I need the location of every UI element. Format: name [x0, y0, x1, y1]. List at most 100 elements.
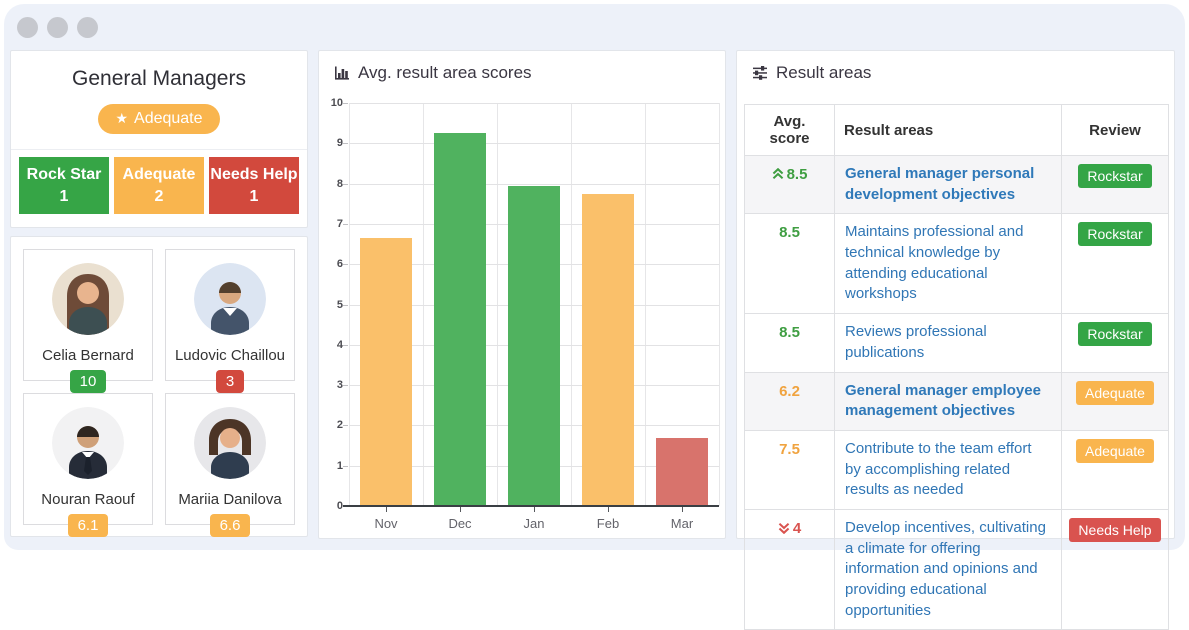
y-axis-label: 6 — [319, 258, 343, 270]
avatar — [52, 263, 124, 335]
y-axis-tick — [343, 466, 348, 467]
avatar — [194, 263, 266, 335]
chart-bar — [582, 194, 633, 506]
table-row[interactable]: 7.5 Contribute to the team effort by acco… — [745, 430, 1169, 509]
stat-adequate[interactable]: Adequate 2 — [114, 157, 204, 214]
y-axis-tick — [343, 184, 348, 185]
avg-scores-panel: Avg. result area scores 012345678910NovD… — [318, 50, 726, 539]
y-axis-label: 10 — [319, 97, 343, 109]
table-row[interactable]: 8.5 Reviews professional publications Rock… — [745, 314, 1169, 372]
result-area-link[interactable]: General manager personal development obj… — [835, 156, 1062, 214]
review-cell: Rockstar — [1062, 156, 1169, 214]
member-card[interactable]: Nouran Raouf 6.1 — [23, 393, 153, 525]
avg-score-value: 4 — [793, 520, 801, 537]
result-area-link[interactable]: Develop incentives, cultivating a climat… — [835, 509, 1062, 629]
chart-bar — [508, 186, 559, 506]
table-header-row: Avg. score Result areas Review — [745, 105, 1169, 156]
window-dot-icon[interactable] — [17, 17, 38, 38]
x-axis-label: Dec — [423, 516, 497, 531]
review-cell: Needs Help — [1062, 509, 1169, 629]
result-area-link[interactable]: Contribute to the team effort by accompl… — [835, 430, 1062, 509]
result-panel-header: Result areas — [737, 51, 1174, 83]
chart-bar — [434, 133, 485, 506]
member-score-badge: 6.1 — [68, 514, 109, 537]
y-axis-label: 4 — [319, 339, 343, 351]
x-axis-label: Nov — [349, 516, 423, 531]
stat-count: 2 — [155, 186, 164, 208]
chart-bar — [656, 438, 707, 507]
stat-count: 1 — [250, 186, 259, 208]
window-controls — [17, 17, 98, 38]
review-cell: Rockstar — [1062, 214, 1169, 314]
member-card[interactable]: Celia Bernard 10 — [23, 249, 153, 381]
result-areas-panel: Result areas Avg. score Result areas Rev… — [736, 50, 1175, 539]
result-area-link[interactable]: Reviews professional publications — [835, 314, 1062, 372]
chart-panel-header: Avg. result area scores — [319, 51, 725, 83]
y-axis-label: 0 — [319, 500, 343, 512]
members-grid: Celia Bernard 10 Ludovic Chaillou 3 — [11, 237, 307, 537]
table-row[interactable]: 4 Develop incentives, cultivating a clima… — [745, 509, 1169, 629]
review-badge: Rockstar — [1078, 164, 1151, 188]
chart-bar — [360, 238, 411, 506]
x-axis-line — [343, 505, 719, 507]
y-axis-label: 3 — [319, 379, 343, 391]
member-card[interactable]: Mariia Danilova 6.6 — [165, 393, 295, 525]
member-score-badge: 6.6 — [210, 514, 251, 537]
y-axis-label: 7 — [319, 218, 343, 230]
y-axis-label: 1 — [319, 460, 343, 472]
member-name: Ludovic Chaillou — [166, 347, 294, 364]
member-name: Celia Bernard — [24, 347, 152, 364]
review-badge: Rockstar — [1078, 322, 1151, 346]
team-members-card: Celia Bernard 10 Ludovic Chaillou 3 — [10, 236, 308, 537]
x-axis-label: Mar — [645, 516, 719, 531]
column-header-result-areas: Result areas — [835, 105, 1062, 156]
column-header-review: Review — [1062, 105, 1169, 156]
result-area-link[interactable]: General manager employee management obje… — [835, 372, 1062, 430]
review-badge: Rockstar — [1078, 222, 1151, 246]
overall-rating-badge: ★Adequate — [98, 104, 219, 134]
star-icon: ★ — [115, 110, 128, 126]
avg-score-value: 7.5 — [779, 441, 800, 458]
table-row[interactable]: 6.2 General manager employee management o… — [745, 372, 1169, 430]
result-area-link[interactable]: Maintains professional and technical kno… — [835, 214, 1062, 314]
chart-title: Avg. result area scores — [358, 63, 532, 83]
stat-needs-help[interactable]: Needs Help 1 — [209, 157, 299, 214]
review-cell: Adequate — [1062, 372, 1169, 430]
team-summary-card: General Managers ★Adequate Rock Star 1 A… — [10, 50, 308, 228]
avg-score-value: 8.5 — [779, 224, 800, 241]
y-axis-tick — [343, 385, 348, 386]
result-table-body: 8.5General manager personal development … — [745, 156, 1169, 630]
window-dot-icon[interactable] — [47, 17, 68, 38]
avatar — [194, 407, 266, 479]
avg-score-value: 6.2 — [779, 383, 800, 400]
sliders-icon — [752, 65, 768, 81]
gridline — [349, 103, 719, 104]
review-badge: Adequate — [1076, 439, 1154, 463]
y-axis-tick — [343, 143, 348, 144]
avg-score-cell: 8.5 — [745, 156, 835, 214]
member-score-badge: 10 — [70, 370, 107, 393]
gridline — [349, 143, 719, 144]
result-areas-title: Result areas — [776, 63, 871, 83]
y-axis-tick — [343, 224, 348, 225]
avg-score-cell: 4 — [745, 509, 835, 629]
window-dot-icon[interactable] — [77, 17, 98, 38]
app-window: General Managers ★Adequate Rock Star 1 A… — [4, 4, 1185, 550]
member-card[interactable]: Ludovic Chaillou 3 — [165, 249, 295, 381]
member-score-badge: 3 — [216, 370, 244, 393]
y-axis-label: 9 — [319, 137, 343, 149]
result-areas-table: Avg. score Result areas Review 8.5Genera… — [744, 104, 1169, 630]
rating-stats: Rock Star 1 Adequate 2 Needs Help 1 — [11, 150, 307, 221]
x-axis-label: Feb — [571, 516, 645, 531]
y-axis-tick — [343, 264, 348, 265]
table-row[interactable]: 8.5 Maintains professional and technical … — [745, 214, 1169, 314]
y-axis-tick — [343, 305, 348, 306]
avg-score-value: 8.5 — [779, 324, 800, 341]
table-row[interactable]: 8.5General manager personal development … — [745, 156, 1169, 214]
stat-label: Adequate — [123, 164, 196, 186]
review-cell: Rockstar — [1062, 314, 1169, 372]
avg-score-cell: 6.2 — [745, 372, 835, 430]
stat-count: 1 — [60, 186, 69, 208]
avatar — [52, 407, 124, 479]
stat-rock-star[interactable]: Rock Star 1 — [19, 157, 109, 214]
